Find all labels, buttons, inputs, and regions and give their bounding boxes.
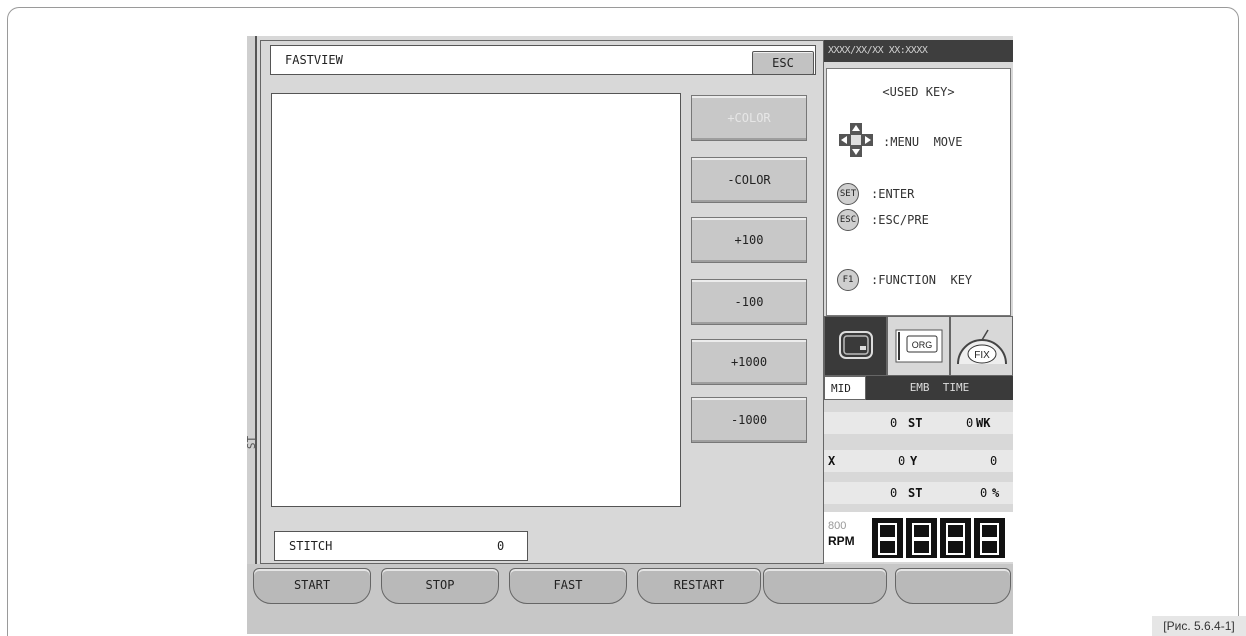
key-guide-title: <USED KEY> — [882, 85, 955, 99]
esc-button[interactable]: ESC — [752, 51, 814, 75]
key-row-menu-move: :MENU MOVE — [837, 121, 962, 162]
blank-button-6[interactable] — [895, 568, 1011, 604]
f1-key-icon: F1 — [837, 269, 859, 291]
machine-screen: ST XXXX/XX/XX XX:XXXX <USED KEY> :MENU M… — [247, 36, 1013, 634]
side-st-label: ST — [247, 435, 259, 450]
set-key-icon: SET — [837, 183, 859, 205]
counter-row-progress: 0 ST 0 % — [824, 482, 1013, 504]
key-desc-esc: :ESC/PRE — [871, 213, 929, 227]
counter-row-stitch: 0 ST 0 WK — [824, 412, 1013, 434]
minus-1000-button[interactable]: -1000 — [691, 397, 807, 443]
xy-last-value: 0 — [990, 454, 998, 468]
key-row-set: SET :ENTER — [837, 183, 914, 205]
rpm-label: RPM — [828, 534, 855, 548]
used-key-guide: <USED KEY> :MENU MOVE SET :ENTER ESC:ES… — [826, 68, 1011, 316]
dialog-title: FASTVIEW — [270, 45, 816, 75]
pct-label: % — [992, 486, 1000, 500]
esc-key-icon: ESC — [837, 209, 859, 231]
plus-100-button[interactable]: +100 — [691, 217, 807, 263]
org-icon[interactable]: ORG — [887, 316, 950, 376]
seven-segment-display — [872, 518, 1005, 558]
segment-digit — [940, 518, 971, 558]
key-desc-menu-move: :MENU MOVE — [883, 134, 963, 149]
st-label-2: ST — [908, 486, 923, 500]
tab-emb-time[interactable]: EMB TIME — [866, 376, 1013, 400]
embroidery-frame-icon[interactable] — [824, 316, 887, 376]
st-value-2: 0 — [890, 486, 898, 500]
key-row-f1: F1 :FUNCTION KEY — [837, 269, 972, 291]
x-label: X — [828, 454, 836, 468]
pct-value: 0 — [980, 486, 988, 500]
stitch-label: STITCH — [289, 539, 333, 553]
key-desc-enter: :ENTER — [871, 187, 915, 201]
segment-digit — [872, 518, 903, 558]
y-label: Y — [910, 454, 918, 468]
restart-button[interactable]: RESTART — [637, 568, 761, 604]
plus-color-button[interactable]: +COLOR — [691, 95, 807, 141]
minus-100-button[interactable]: -100 — [691, 279, 807, 325]
fastview-dialog: FASTVIEW ESC +COLOR -COLOR +100 -100 +10… — [260, 40, 824, 564]
key-row-esc: ESC :ESC/PRE — [837, 209, 929, 231]
stop-button[interactable]: STOP — [381, 568, 499, 604]
counter-row-xy: X 0 Y 0 — [824, 450, 1013, 472]
stitch-value: 0 — [497, 539, 505, 553]
wk-value: 0 — [966, 416, 974, 430]
fix-icon[interactable]: FIX — [950, 316, 1013, 376]
mode-icons-row: ORG FIX — [824, 316, 1013, 376]
stitch-counter: STITCH 0 — [274, 531, 528, 561]
figure-caption: [Рис. 5.6.4-1] — [1152, 616, 1246, 636]
blank-button-5[interactable] — [763, 568, 887, 604]
dpad-icon — [837, 121, 875, 162]
info-tabs: MID EMB TIME — [824, 376, 1013, 400]
fix-icon-label: FIX — [974, 350, 990, 361]
start-button[interactable]: START — [253, 568, 371, 604]
wk-label: WK — [976, 416, 991, 430]
y-value: 0 — [898, 454, 906, 468]
design-preview — [271, 93, 681, 507]
org-icon-label: ORG — [911, 340, 932, 350]
st-value: 0 — [890, 416, 898, 430]
segment-digit — [906, 518, 937, 558]
plus-1000-button[interactable]: +1000 — [691, 339, 807, 385]
speed-value: 800 — [828, 520, 847, 532]
speed-display: 800 RPM — [824, 512, 1013, 562]
fast-button[interactable]: FAST — [509, 568, 627, 604]
date-time-bar: XXXX/XX/XX XX:XXXX — [824, 40, 1013, 62]
st-label: ST — [908, 416, 923, 430]
bottom-button-bar: START STOP FAST RESTART — [247, 564, 1013, 634]
tab-mid[interactable]: MID — [824, 376, 866, 400]
key-desc-function: :FUNCTION KEY — [871, 273, 973, 287]
segment-digit — [974, 518, 1005, 558]
left-edge-bar — [247, 36, 257, 596]
minus-color-button[interactable]: -COLOR — [691, 157, 807, 203]
